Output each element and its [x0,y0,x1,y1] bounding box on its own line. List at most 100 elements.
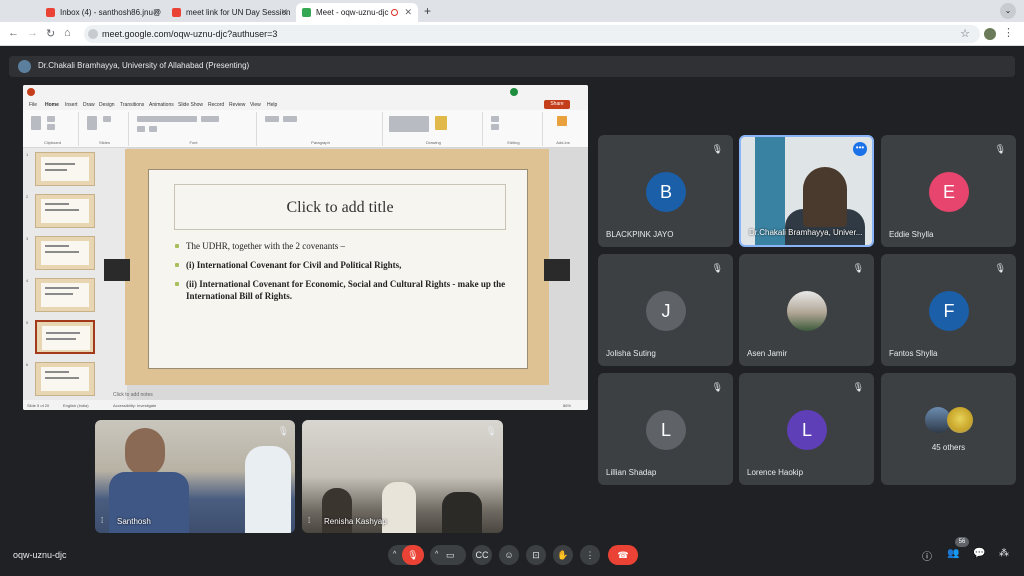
back-icon[interactable]: ← [8,27,19,39]
participant-tile[interactable]: 🎙 L Lorence Haokip [739,373,874,485]
site-info-icon[interactable] [88,29,98,39]
url-input[interactable]: meet.google.com/oqw-uznu-djc?authuser=3 [84,25,980,43]
slide-decoration-left [104,259,130,281]
participant-tile[interactable]: 🎙 B BLACKPINK JAYO [598,135,733,247]
slide-thumb[interactable] [35,236,95,270]
paste-icon[interactable] [31,116,41,130]
slide: Click to add title The UDHR, together wi… [104,149,570,385]
slide-bullets[interactable]: The UDHR, together with the 2 covenants … [175,240,515,309]
menu-help[interactable]: Help [267,102,277,108]
share-button[interactable]: Share [544,100,570,109]
menu-insert[interactable]: Insert [65,102,78,108]
mic-off-icon: 🎙 [852,382,864,392]
profile-avatar[interactable] [984,28,996,40]
find-icon[interactable] [491,116,499,122]
menu-transitions[interactable]: Transitions [120,102,144,108]
leave-call-button[interactable]: ☎ [608,545,638,565]
copy-icon[interactable] [47,124,55,130]
menu-slide-show[interactable]: Slide Show [178,102,203,108]
italic-icon[interactable] [149,126,157,132]
menu-review[interactable]: Review [229,102,245,108]
chevron-up-icon[interactable]: ^ [393,545,396,565]
participant-tile[interactable]: 🎙 J Jolisha Suting [598,254,733,366]
bookmark-star-icon[interactable]: ☆ [960,27,970,40]
home-icon[interactable]: ⌂ [64,27,71,39]
tab-meet-link[interactable]: meet link for UN Day Session ✕ [166,3,294,22]
presenting-label: Dr.Chakali Bramhayya, University of Alla… [38,61,250,70]
new-tab-button[interactable]: + [424,4,431,18]
more-options-icon[interactable]: ••• [853,142,867,156]
video-tile-santhosh[interactable]: 🎙 ⁞ Santhosh [95,420,295,533]
people-icon[interactable]: 👥 [947,548,959,559]
cut-icon[interactable] [47,116,55,122]
menu-file[interactable]: File [29,102,37,108]
new-slide-icon[interactable] [87,116,97,130]
presenting-banner: Dr.Chakali Bramhayya, University of Alla… [9,56,1015,77]
audience-person [382,482,416,533]
menu-record[interactable]: Record [208,102,224,108]
bold-icon[interactable] [137,126,145,132]
shapes-icon[interactable] [389,116,429,132]
thumb-number: 4 [26,278,29,283]
tab-meet[interactable]: Meet - oqw-uznu-djc ✕ [296,3,418,22]
video-tile-renisha[interactable]: 🎙 ⁞ Renisha Kashyap [302,420,503,533]
info-icon[interactable]: ⓘ [922,548,932,563]
participant-tile[interactable]: 🎙 L Lillian Shadap [598,373,733,485]
mic-off-icon[interactable]: 🎙 [402,545,424,565]
status-accessibility[interactable]: Accessibility: Investigate [113,403,156,408]
tab-inbox[interactable]: Inbox (4) - santhosh86.jnu@ ✕ [40,3,166,22]
slide-thumb-selected[interactable] [35,320,95,354]
bullet-item: The UDHR, together with the 2 covenants … [175,240,515,252]
bullets-icon[interactable] [265,116,279,122]
menu-draw[interactable]: Draw [83,102,95,108]
reload-icon[interactable]: ↻ [46,27,55,40]
layout-icon[interactable] [103,116,111,122]
chat-icon[interactable]: 💬 [973,548,985,559]
participant-tile[interactable]: 🎙 F Fantos Shylla [881,254,1016,366]
slide-thumb[interactable] [35,278,95,312]
close-icon[interactable]: ✕ [152,7,160,18]
slide-title-placeholder[interactable]: Click to add title [174,184,506,230]
thumb-number: 3 [26,236,29,241]
font-size-select[interactable] [201,116,219,122]
participant-tile-presenter[interactable]: ••• Dr.Chakali Bramhayya, Univer... [739,135,874,247]
ribbon-group-editing: Editing [485,112,543,146]
forward-icon[interactable]: → [27,27,38,39]
menu-design[interactable]: Design [99,102,115,108]
participant-tile[interactable]: 🎙 Asen Jamir [739,254,874,366]
meet-icon [302,8,311,17]
close-icon[interactable]: ✕ [404,7,412,18]
mic-toggle-button[interactable]: ^ 🎙 [388,545,424,565]
bullet-item: (ii) International Covenant for Economic… [175,278,515,302]
camera-toggle-button[interactable]: ^ ▭ [430,545,466,565]
emoji-button[interactable]: ☺ [499,545,519,565]
more-options-button[interactable]: ⋮ [580,545,600,565]
close-icon[interactable]: ✕ [280,7,288,18]
raise-hand-button[interactable]: ✋ [553,545,573,565]
slide-thumb[interactable] [35,362,95,396]
captions-button[interactable]: CC [472,545,492,565]
replace-icon[interactable] [491,124,499,130]
participant-tile[interactable]: 🎙 E Eddie Shylla [881,135,1016,247]
menu-animations[interactable]: Animations [149,102,174,108]
font-select[interactable] [137,116,197,122]
ribbon-group-label: Clipboard [43,140,62,145]
arrange-icon[interactable] [435,116,447,130]
present-button[interactable]: ⊡ [526,545,546,565]
browser-menu-icon[interactable]: ⋮ [1003,26,1014,39]
others-tile[interactable]: 45 others [881,373,1016,485]
chevron-up-icon[interactable]: ^ [435,545,438,565]
menu-view[interactable]: View [250,102,261,108]
participant-face [803,167,847,227]
slide-thumb[interactable] [35,194,95,228]
menu-home[interactable]: Home [45,102,59,108]
chevron-down-icon[interactable]: ⌄ [1000,3,1016,19]
status-zoom[interactable]: 86% [563,403,571,408]
ribbon-group-label: Font [189,140,198,145]
slide-thumb[interactable] [35,152,95,186]
notes-placeholder[interactable]: Click to add notes [113,392,153,398]
activities-icon[interactable]: ⁂ [999,548,1009,559]
addins-icon[interactable] [557,116,567,126]
numbering-icon[interactable] [283,116,297,122]
participant-second [245,446,291,533]
